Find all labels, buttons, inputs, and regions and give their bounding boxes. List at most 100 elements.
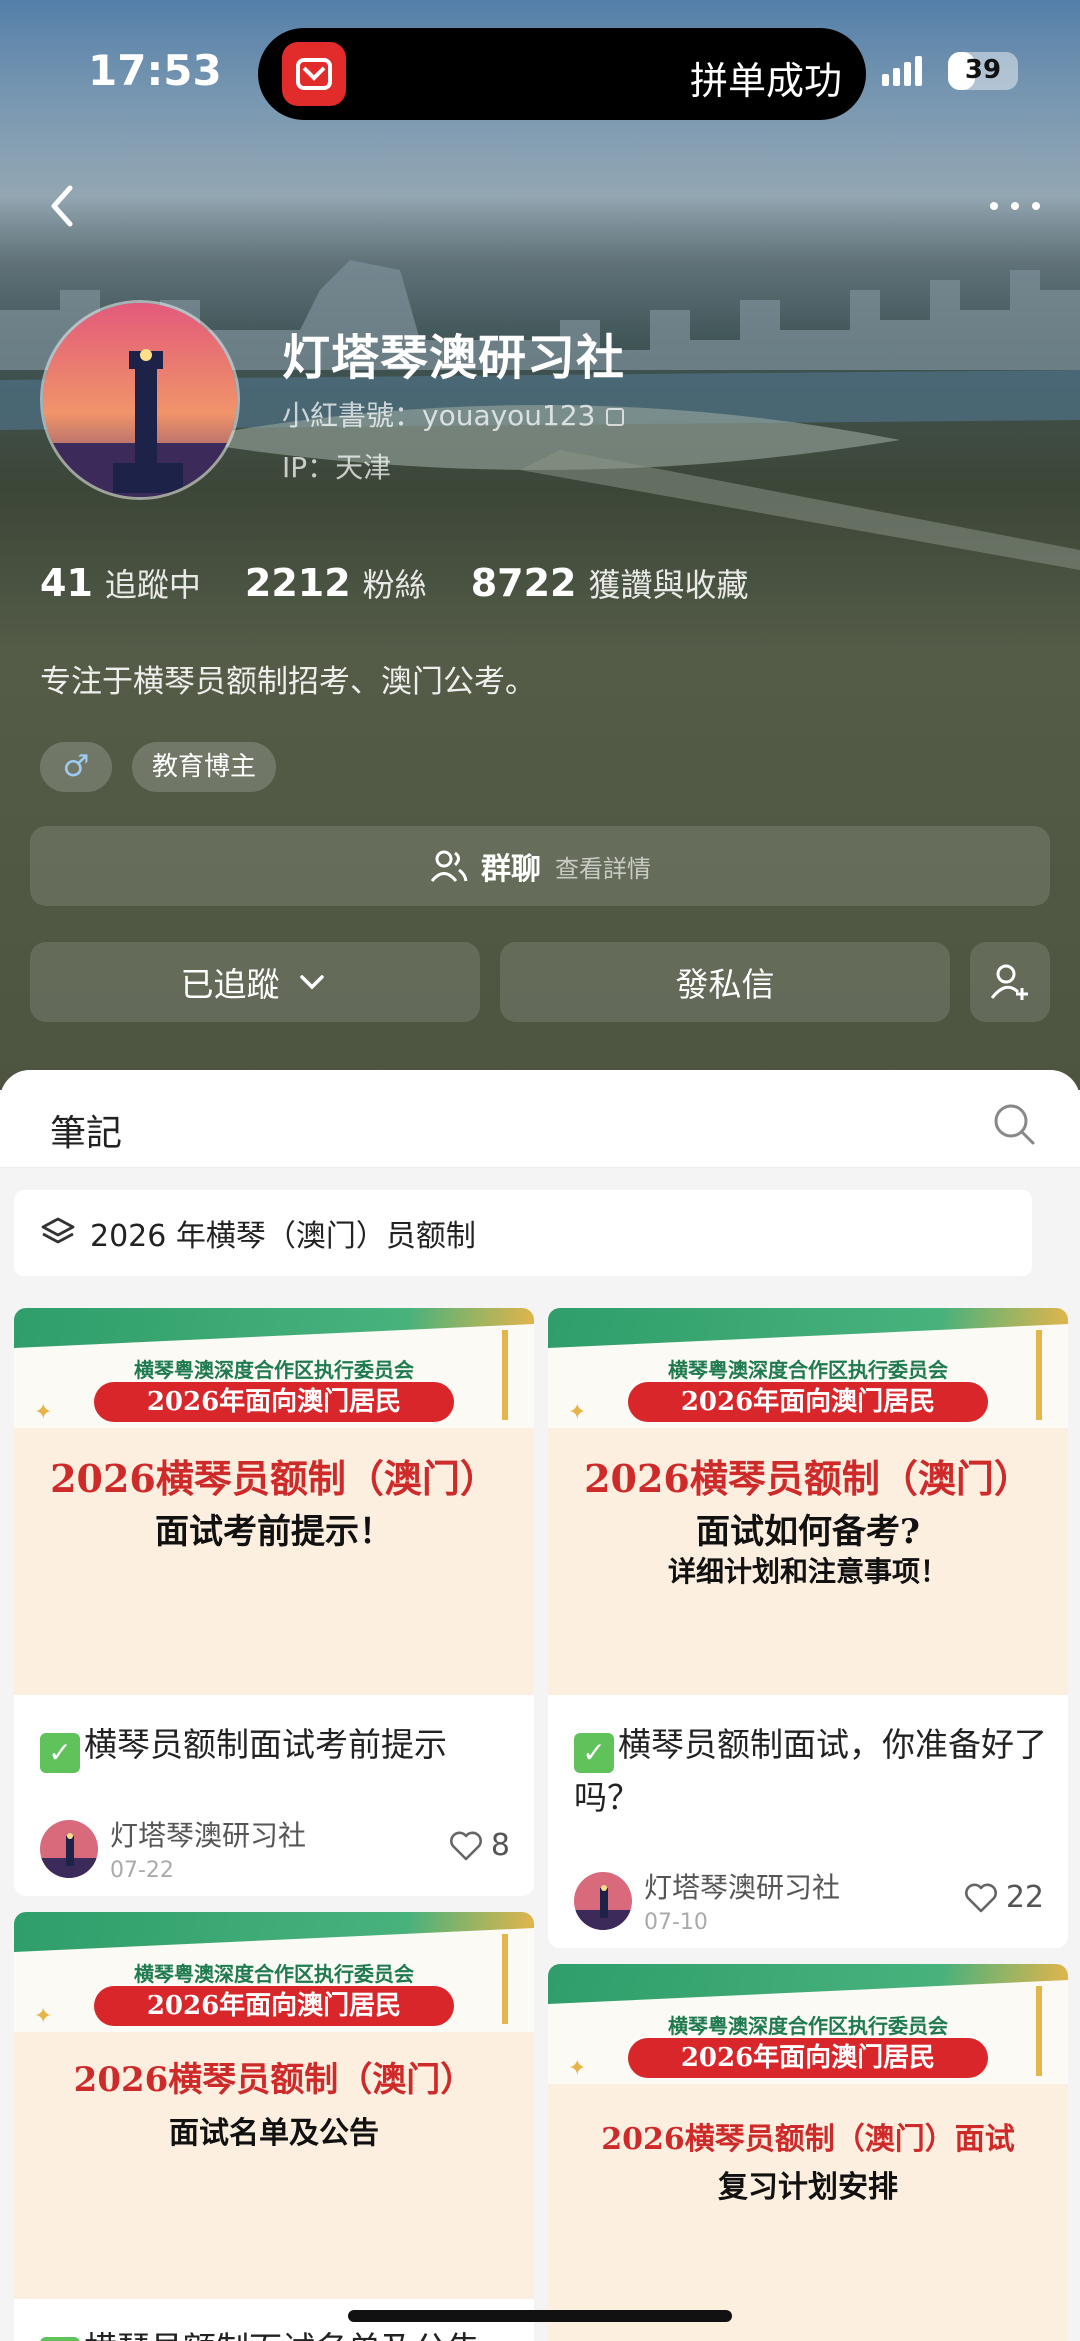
star-decoration: ✦	[568, 2056, 587, 2081]
home-indicator[interactable]	[348, 2310, 732, 2322]
stat-likes-count: 8722	[470, 561, 577, 605]
group-users-icon	[430, 850, 468, 882]
stat-following[interactable]: 41 追蹤中	[40, 560, 201, 606]
profile-bio: 专注于横琴员额制招考、澳门公考。	[40, 664, 536, 700]
cover-org-text: 横琴粤澳深度合作区执行委员会	[668, 2014, 948, 2038]
chevron-down-icon	[299, 975, 324, 990]
cover-org-text: 横琴粤澳深度合作区执行委员会	[134, 1358, 414, 1382]
gender-tag: ♂	[40, 742, 112, 792]
heart-icon	[449, 1831, 482, 1860]
tab-notes[interactable]: 筆記	[50, 1104, 122, 1156]
back-button[interactable]	[36, 176, 96, 236]
dynamic-island[interactable]: 拼单成功	[258, 28, 866, 120]
like-count: 8	[490, 1828, 510, 1863]
note-card[interactable]: ✦ 横琴粤澳深度合作区执行委员会 2026年面向澳门居民 2026横琴员额制（澳…	[14, 1308, 534, 1896]
note-date: 07-10	[644, 1910, 708, 1935]
stat-likes-collects[interactable]: 8722 獲讚與收藏	[471, 560, 749, 606]
group-chat-label: 群聊	[481, 852, 541, 887]
profile-name: 灯塔琴澳研习社	[282, 330, 626, 386]
author-name: 灯塔琴澳研习社	[110, 1819, 307, 1852]
battery-icon: 39	[948, 52, 1018, 90]
stat-following-label: 追蹤中	[104, 566, 201, 604]
note-title: ✓ 横琴员额制面试名单及公告	[40, 2324, 514, 2341]
profile-id-text: 小紅書號：youayou123	[282, 399, 596, 432]
stat-followers-count: 2212	[244, 561, 351, 605]
note-card[interactable]: ✦ 横琴粤澳深度合作区执行委员会 2026年面向澳门居民 2026横琴员额制（澳…	[14, 1912, 534, 2341]
notes-panel: 筆記 2026 年横琴（澳门）员额制 ✦ 横琴粤澳深度合作区执行委员会 2026…	[0, 1070, 1080, 2341]
status-time: 17:53	[88, 46, 222, 95]
copy-icon[interactable]	[605, 408, 624, 426]
profile-actions: 已追蹤 發私信	[30, 942, 1050, 1022]
note-cover-image: ✦ 横琴粤澳深度合作区执行委员会 2026年面向澳门居民 2026横琴员额制（澳…	[14, 1308, 534, 1695]
send-message-label: 發私信	[675, 965, 775, 1004]
role-tag: 教育博主	[132, 742, 277, 792]
note-title: ✓ 横琴员额制面试考前提示	[40, 1720, 514, 1773]
profile-stats: 41 追蹤中 2212 粉絲 8722 獲讚與收藏	[40, 560, 792, 606]
cover-ribbon-text: 2026年面向澳门居民	[94, 1986, 454, 2026]
like-count: 22	[1005, 1880, 1044, 1915]
cover-org-text: 横琴粤澳深度合作区执行委员会	[668, 1358, 948, 1382]
island-notification-text: 拼单成功	[689, 59, 842, 103]
group-chat-button[interactable]: 群聊 查看詳情	[30, 826, 1050, 906]
check-mark-icon: ✓	[40, 1733, 80, 1773]
author-name: 灯塔琴澳研习社	[644, 1871, 841, 1904]
cover-subtitle-text: 面试名单及公告	[169, 2116, 379, 2151]
check-mark-icon: ✓	[40, 2337, 80, 2341]
stat-followers-label: 粉絲	[362, 566, 427, 604]
note-author[interactable]: 灯塔琴澳研习社 07-22	[40, 1814, 306, 1883]
more-options-button[interactable]	[980, 176, 1050, 236]
cover-subtitle-text: 面试考前提示！	[155, 1512, 393, 1552]
cellular-signal-icon	[882, 56, 926, 86]
cover-title-text: 2026横琴员额制（澳门）	[50, 1456, 498, 1501]
author-avatar	[574, 1871, 632, 1930]
battery-percent: 39	[964, 55, 1002, 85]
star-decoration: ✦	[568, 1400, 587, 1425]
search-icon	[994, 1104, 1035, 1145]
more-dots-icon	[990, 202, 1040, 210]
stat-followers[interactable]: 2212 粉絲	[245, 560, 427, 606]
note-title-text: 横琴员额制面试名单及公告	[84, 2329, 480, 2341]
collection-label: 2026 年横琴（澳门）员额制	[90, 1219, 476, 1254]
profile-tags: ♂ 教育博主	[40, 742, 296, 792]
note-author[interactable]: 灯塔琴澳研习社 07-10	[574, 1866, 840, 1935]
layers-icon	[41, 1217, 75, 1244]
note-title-text: 横琴员额制面试，你准备好了吗？	[574, 1725, 1047, 1817]
cover-title-text: 2026横琴员额制（澳门）面试	[601, 2122, 1015, 2157]
collection-row[interactable]: 2026 年横琴（澳门）员额制	[14, 1190, 1032, 1276]
send-message-button[interactable]: 發私信	[500, 942, 950, 1022]
check-mark-icon: ✓	[574, 1733, 614, 1773]
group-chat-sub: 查看詳情	[555, 854, 651, 883]
note-title-text: 横琴员额制面试考前提示	[84, 1725, 447, 1764]
heart-icon	[964, 1883, 997, 1912]
cover-ribbon-text: 2026年面向澳门居民	[628, 1382, 988, 1422]
star-decoration: ✦	[34, 2004, 53, 2029]
note-card[interactable]: ✦ 横琴粤澳深度合作区执行委员会 2026年面向澳门居民 2026横琴员额制（澳…	[548, 1964, 1068, 2341]
cover-title-text: 2026横琴员额制（澳门）	[584, 1456, 1032, 1501]
stat-following-count: 41	[40, 561, 93, 605]
note-cover-image: ✦ 横琴粤澳深度合作区执行委员会 2026年面向澳门居民 2026横琴员额制（澳…	[548, 1964, 1068, 2341]
notes-tab-bar: 筆記	[0, 1070, 1080, 1168]
note-date: 07-22	[110, 1858, 174, 1883]
pinduoduo-app-icon	[282, 42, 346, 106]
note-card[interactable]: ✦ 横琴粤澳深度合作区执行委员会 2026年面向澳门居民 2026横琴员额制（澳…	[548, 1308, 1068, 1948]
cover-title-text: 2026横琴员额制（澳门）	[73, 2060, 475, 2100]
cover-subtitle-text: 面试如何备考?	[696, 1512, 920, 1552]
following-button[interactable]: 已追蹤	[30, 942, 480, 1022]
search-button[interactable]	[992, 1102, 1036, 1146]
profile-avatar[interactable]	[40, 300, 240, 500]
add-friend-button[interactable]	[970, 942, 1050, 1022]
cover-subtitle2-text: 详细计划和注意事项！	[667, 1555, 948, 1588]
star-decoration: ✦	[34, 1400, 53, 1425]
like-button[interactable]: 22	[964, 1880, 1044, 1915]
cover-subtitle-text: 复习计划安排	[718, 2170, 898, 2205]
author-avatar	[40, 1819, 98, 1878]
cover-ribbon-text: 2026年面向澳门居民	[628, 2038, 988, 2078]
add-user-icon	[990, 964, 1028, 1000]
following-button-label: 已追蹤	[180, 965, 280, 1004]
profile-header: 17:53 拼单成功 39 灯塔琴澳研习社 小紅書號：youayou123 IP…	[0, 0, 1080, 1090]
profile-ip-location: IP：天津	[282, 451, 392, 484]
cover-org-text: 横琴粤澳深度合作区执行委员会	[134, 1962, 414, 1986]
cover-ribbon-text: 2026年面向澳门居民	[94, 1382, 454, 1422]
like-button[interactable]: 8	[449, 1828, 510, 1863]
note-title: ✓ 横琴员额制面试，你准备好了吗？	[574, 1720, 1048, 1823]
